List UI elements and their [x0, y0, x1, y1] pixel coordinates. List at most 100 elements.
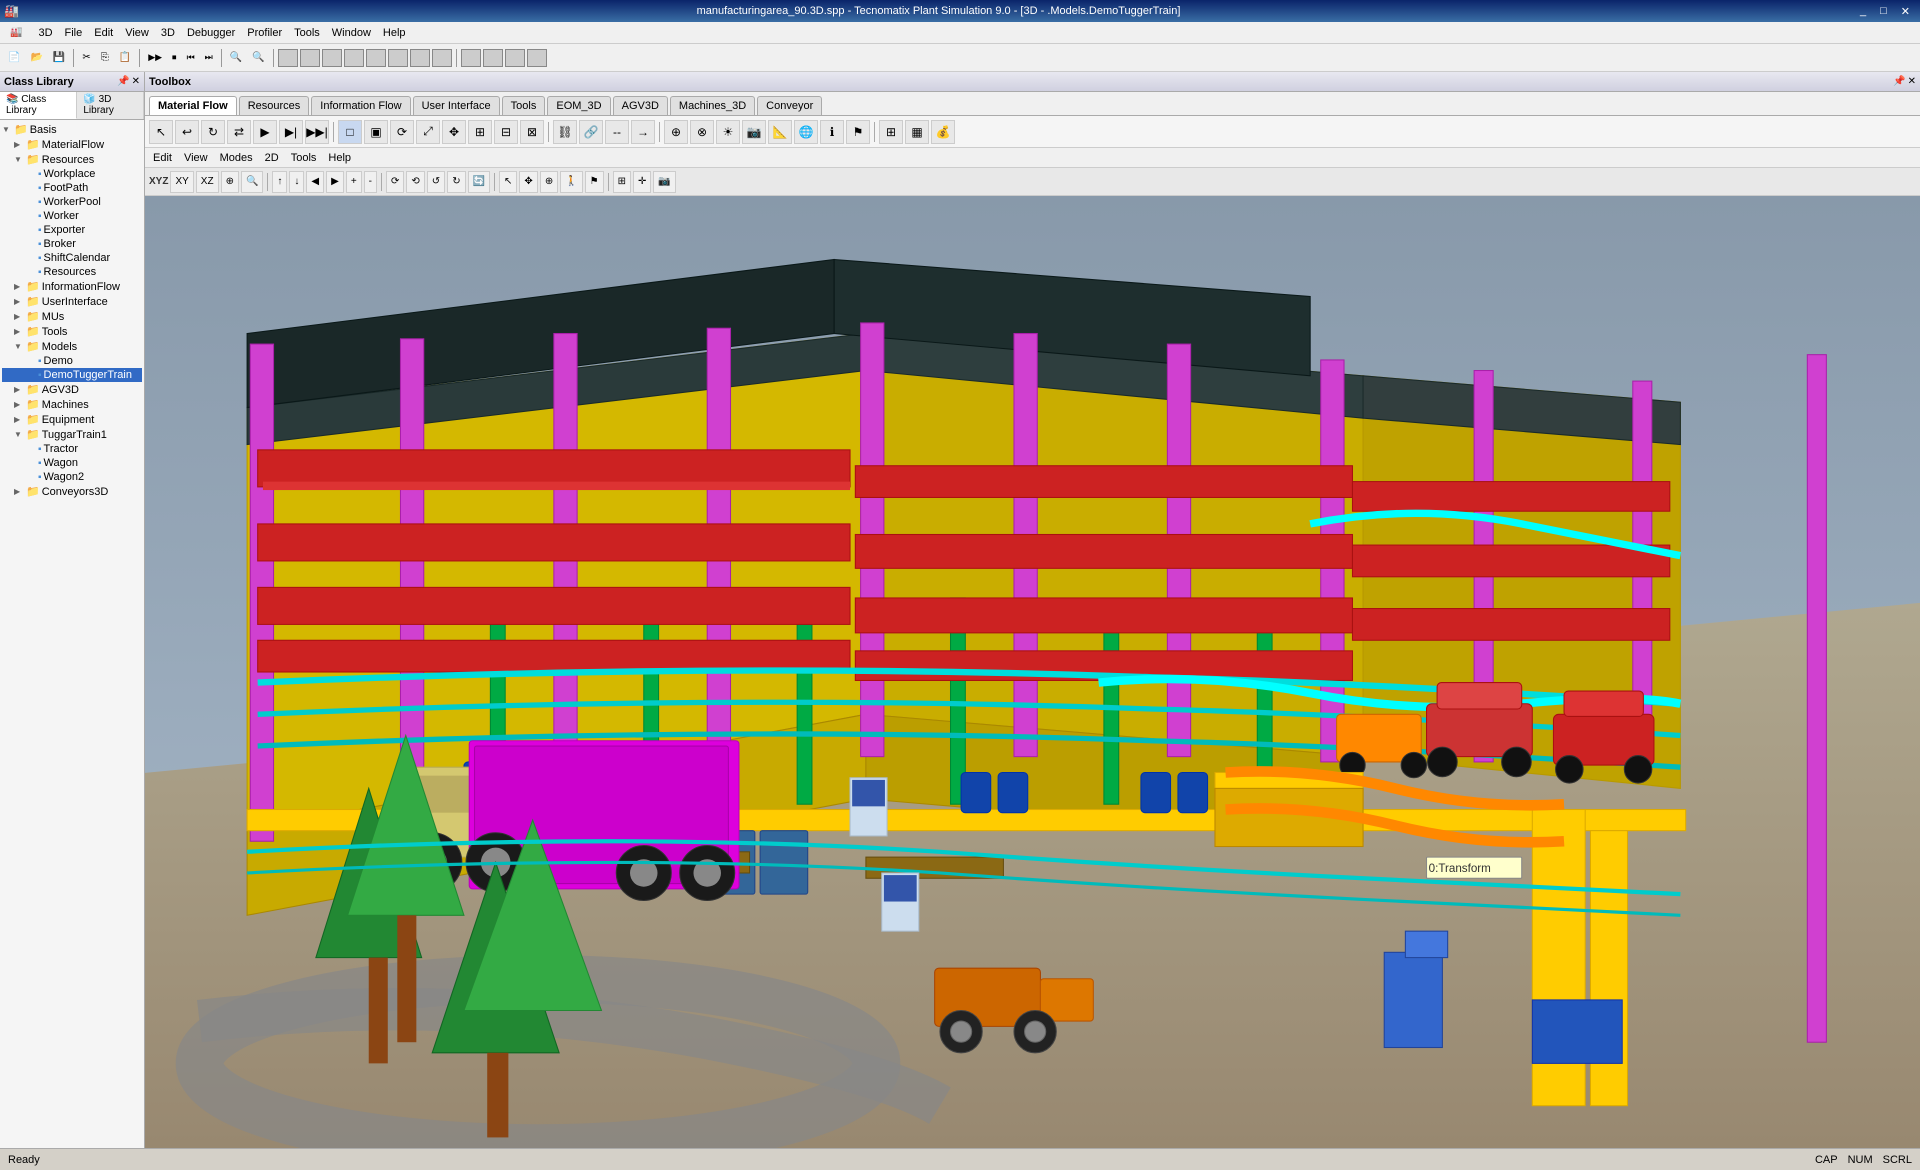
vc-r4[interactable]: ↻ [447, 171, 465, 193]
tb-open[interactable]: 📂 [26, 47, 46, 69]
tree-item-conveyors3d[interactable]: ▶ 📁 Conveyors3D [2, 484, 142, 499]
tool-step-end[interactable]: ▶▶| [305, 120, 329, 144]
tb-b2[interactable] [300, 49, 320, 67]
vc-nav-prev[interactable]: ◀ [306, 171, 324, 193]
vc-grid3d[interactable]: ⊞ [613, 171, 631, 193]
tb-cut[interactable]: ✂ [78, 47, 94, 69]
vt-help[interactable]: Help [324, 151, 355, 165]
tab-conveyor[interactable]: Conveyor [757, 96, 822, 115]
tree-item-machines[interactable]: ▶ 📁 Machines [2, 397, 142, 412]
tab-information-flow[interactable]: Information Flow [311, 96, 410, 115]
tb-b6[interactable] [388, 49, 408, 67]
vt-modes[interactable]: Modes [216, 151, 257, 165]
tab-agv3d[interactable]: AGV3D [613, 96, 668, 115]
menu-view[interactable]: View [119, 25, 155, 41]
tool-link[interactable]: 🔗 [579, 120, 603, 144]
tool-grid2[interactable]: ⊞ [879, 120, 903, 144]
class-library-close[interactable]: ✕ [132, 76, 140, 87]
tree-item-mus[interactable]: ▶ 📁 MUs [2, 309, 142, 324]
tree-item-workplace[interactable]: ▪ Workplace [2, 167, 142, 181]
vc-cam2[interactable]: 📷 [653, 171, 675, 193]
tb-b12[interactable] [527, 49, 547, 67]
vc-r1[interactable]: ⟳ [386, 171, 404, 193]
tree-item-shiftcalendar[interactable]: ▪ ShiftCalendar [2, 251, 142, 265]
tree-item-broker[interactable]: ▪ Broker [2, 237, 142, 251]
tree-item-resources2[interactable]: ▪ Resources [2, 265, 142, 279]
maximize-button[interactable]: □ [1874, 2, 1893, 20]
tree-item-materialflow[interactable]: ▶ 📁 MaterialFlow [2, 137, 142, 152]
tool-floor[interactable]: ⊞ [468, 120, 492, 144]
tab-machines3d[interactable]: Machines_3D [670, 96, 755, 115]
tree-item-wagon2[interactable]: ▪ Wagon2 [2, 470, 142, 484]
vc-nav-up[interactable]: ↑ [272, 171, 287, 193]
vc-axle[interactable]: ✛ [633, 171, 651, 193]
tab-tools[interactable]: Tools [502, 96, 546, 115]
tool-step-fwd[interactable]: ▶| [279, 120, 303, 144]
tree-item-demotuggerrtain[interactable]: ▪ DemoTuggerTrain [2, 368, 142, 382]
vc-r5[interactable]: 🔄 [468, 171, 490, 193]
tree-item-agv3d[interactable]: ▶ 📁 AGV3D [2, 382, 142, 397]
tree-item-equipment[interactable]: ▶ 📁 Equipment [2, 412, 142, 427]
tab-3d-library[interactable]: 🧊 3D Library [77, 92, 144, 119]
tab-resources[interactable]: Resources [239, 96, 310, 115]
vc-nav-dn[interactable]: ↓ [289, 171, 304, 193]
vc-cursor[interactable]: ↖ [499, 171, 517, 193]
menu-tools[interactable]: Tools [288, 25, 326, 41]
tool-grid[interactable]: ⊟ [494, 120, 518, 144]
menu-3d2[interactable]: 3D [155, 25, 181, 41]
window-controls[interactable]: _ □ ✕ [1854, 2, 1916, 20]
tool-measure[interactable]: 📐 [768, 120, 792, 144]
tree-item-basis[interactable]: ▼ 📁 Basis [2, 122, 142, 137]
vc-r2[interactable]: ⟲ [406, 171, 424, 193]
tool-flag[interactable]: ⚑ [846, 120, 870, 144]
tree-item-tractor[interactable]: ▪ Tractor [2, 442, 142, 456]
tb-b9[interactable] [461, 49, 481, 67]
tree-item-informationflow[interactable]: ▶ 📁 InformationFlow [2, 279, 142, 294]
tool-cursor[interactable]: ↖ [149, 120, 173, 144]
tb-b3[interactable] [322, 49, 342, 67]
toolbox-close[interactable]: ✕ [1908, 76, 1916, 87]
tree-item-workerpool[interactable]: ▪ WorkerPool [2, 195, 142, 209]
tree-item-tools[interactable]: ▶ 📁 Tools [2, 324, 142, 339]
tb-copy[interactable]: ⎘ [97, 47, 113, 69]
menu-3d[interactable]: 3D [32, 25, 58, 41]
class-library-pin[interactable]: 📌 [117, 76, 129, 87]
menu-debugger[interactable]: Debugger [181, 25, 241, 41]
vc-nav-next[interactable]: ▶ [326, 171, 344, 193]
tb-new[interactable]: 📄 [4, 47, 24, 69]
tb-b11[interactable] [505, 49, 525, 67]
menu-3d-icon[interactable]: 🏭 [4, 25, 28, 40]
tb-zoom-in[interactable]: 🔍 [226, 47, 246, 69]
vc-xy[interactable]: XY [170, 171, 193, 193]
tool-arrow[interactable]: → [631, 120, 655, 144]
tool-info[interactable]: ℹ [820, 120, 844, 144]
toolbox-pin[interactable]: 📌 [1893, 76, 1905, 87]
tb-paste[interactable]: 📋 [115, 47, 135, 69]
vc-flag[interactable]: ⚑ [585, 171, 604, 193]
tb-save[interactable]: 💾 [49, 47, 69, 69]
tool-3d2[interactable]: ⊗ [690, 120, 714, 144]
vt-tools[interactable]: Tools [287, 151, 321, 165]
tb-btn4[interactable]: ⏭ [201, 47, 217, 69]
tb-b7[interactable] [410, 49, 430, 67]
vt-edit[interactable]: Edit [149, 151, 176, 165]
minimize-button[interactable]: _ [1854, 2, 1872, 20]
menu-file[interactable]: File [59, 25, 89, 41]
tool-rotate[interactable]: ↻ [201, 120, 225, 144]
tool-rect-sel2[interactable]: ▣ [364, 120, 388, 144]
menu-edit[interactable]: Edit [88, 25, 119, 41]
tb-btn3[interactable]: ⏮ [183, 47, 199, 69]
tool-move[interactable]: ✥ [442, 120, 466, 144]
tool-rotate3d[interactable]: ⟳ [390, 120, 414, 144]
vc-orbit[interactable]: ⊕ [540, 171, 558, 193]
tree-item-models[interactable]: ▼ 📁 Models [2, 339, 142, 354]
tree-item-wagon[interactable]: ▪ Wagon [2, 456, 142, 470]
tab-eom3d[interactable]: EOM_3D [547, 96, 610, 115]
vc-xz[interactable]: XZ [196, 171, 219, 193]
3d-viewport[interactable]: 0:Transform 0:Transf orm [145, 196, 1920, 1148]
vc-zoom-sel[interactable]: 🔍 [241, 171, 263, 193]
tool-scale[interactable]: ⤢ [416, 120, 440, 144]
tool-cam[interactable]: 📷 [742, 120, 766, 144]
tree-item-worker[interactable]: ▪ Worker [2, 209, 142, 223]
tool-light[interactable]: ☀ [716, 120, 740, 144]
